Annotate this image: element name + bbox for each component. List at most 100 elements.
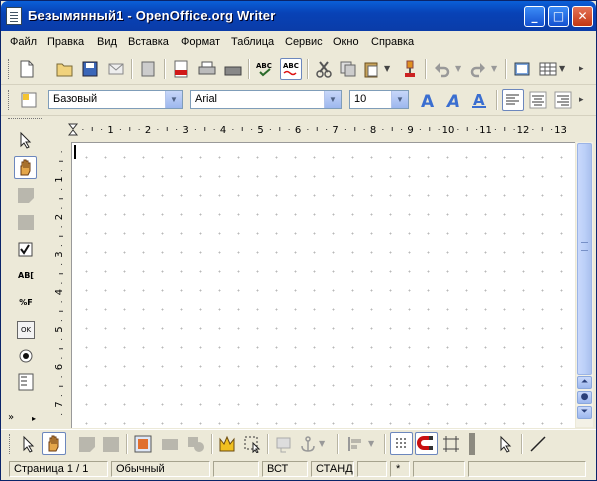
- toolbar-overflow-icon[interactable]: ▸: [579, 91, 589, 109]
- menu-insert[interactable]: Вставка: [128, 36, 169, 48]
- next-page-icon[interactable]: ⏷: [577, 406, 592, 419]
- undo-icon[interactable]: [433, 60, 451, 78]
- group-icon[interactable]: [275, 435, 293, 453]
- menu-format[interactable]: Формат: [181, 36, 220, 48]
- control-properties-icon[interactable]: [78, 435, 96, 453]
- wizards-icon[interactable]: [243, 435, 261, 454]
- toolbar-grip[interactable]: [469, 433, 475, 455]
- print-preview-icon[interactable]: [224, 60, 242, 78]
- paragraph-style-combo[interactable]: Базовый ▼: [48, 90, 183, 109]
- toolbar-overflow-icon[interactable]: ▸: [579, 60, 589, 78]
- more-controls-icon[interactable]: »: [8, 411, 18, 429]
- alignment-icon[interactable]: [346, 435, 364, 453]
- paste-icon[interactable]: [363, 60, 381, 78]
- font-size-combo[interactable]: 10 ▼: [349, 90, 409, 109]
- spellcheck-icon[interactable]: ABC: [256, 60, 274, 78]
- form-properties-icon[interactable]: [102, 435, 120, 453]
- menu-file[interactable]: Файл: [10, 36, 37, 48]
- form-properties-icon[interactable]: [17, 213, 35, 231]
- table-dropdown-icon[interactable]: ▼: [559, 60, 567, 78]
- push-button-icon[interactable]: OK: [17, 321, 35, 339]
- align-right-icon[interactable]: [554, 91, 572, 109]
- page-style-indicator[interactable]: Обычный: [111, 461, 210, 477]
- horizontal-ruler[interactable]: 1 2 3 4 5 6 7 8 9 10 11 12 13: [68, 122, 574, 137]
- styles-formatting-icon[interactable]: [20, 91, 38, 109]
- document-page[interactable]: [71, 142, 575, 428]
- vertical-ruler[interactable]: 1 2 3 4 5 6 7: [54, 142, 69, 424]
- redo-icon[interactable]: [469, 60, 487, 78]
- bold-icon[interactable]: A: [419, 91, 437, 112]
- copy-icon[interactable]: [339, 60, 357, 78]
- format-paintbrush-icon[interactable]: [401, 60, 419, 78]
- anchor-dropdown-icon[interactable]: ▼: [319, 435, 327, 453]
- align-center-icon[interactable]: [529, 91, 547, 109]
- signature-indicator[interactable]: [413, 461, 465, 477]
- save-icon[interactable]: [81, 60, 99, 78]
- form-navigator-icon[interactable]: [134, 435, 152, 453]
- open-in-design-mode-icon[interactable]: [218, 435, 236, 453]
- selection-mode-indicator[interactable]: СТАНД: [311, 461, 354, 477]
- formatted-field-icon[interactable]: %F: [17, 294, 35, 312]
- underline-icon[interactable]: A: [470, 91, 488, 109]
- font-name-combo[interactable]: Arial ▼: [190, 90, 342, 109]
- open-folder-icon[interactable]: [56, 60, 74, 78]
- hyperlink-mode-indicator[interactable]: [357, 461, 387, 477]
- document-modified-indicator[interactable]: *: [390, 461, 410, 477]
- menu-edit[interactable]: Правка: [47, 36, 84, 48]
- navigator-icon[interactable]: [513, 60, 531, 78]
- design-mode-hand-icon[interactable]: [42, 432, 66, 455]
- select-pointer-icon[interactable]: [20, 435, 38, 453]
- writer-app-icon[interactable]: [6, 7, 22, 25]
- vertical-scrollbar[interactable]: ⏶ ● ⏷: [576, 142, 593, 427]
- new-document-icon[interactable]: [18, 60, 36, 78]
- alignment-dropdown-icon[interactable]: ▼: [368, 435, 376, 453]
- menu-tools[interactable]: Сервис: [285, 36, 323, 48]
- print-icon[interactable]: [198, 60, 216, 78]
- select-pointer-icon[interactable]: [497, 435, 515, 453]
- checkbox-icon[interactable]: [17, 241, 35, 259]
- option-button-icon[interactable]: [17, 347, 35, 365]
- toolbar-grip[interactable]: [8, 90, 11, 110]
- control-properties-icon[interactable]: [17, 186, 35, 204]
- chevron-down-icon[interactable]: ▼: [391, 91, 408, 108]
- menu-window[interactable]: Окно: [333, 36, 359, 48]
- redo-dropdown-icon[interactable]: ▼: [491, 60, 499, 78]
- toolbar-grip[interactable]: [8, 59, 11, 79]
- insert-mode-indicator[interactable]: ВСТ: [262, 461, 308, 477]
- helplines-icon[interactable]: [442, 435, 460, 453]
- maximize-button[interactable]: □: [548, 6, 569, 27]
- cut-icon[interactable]: [315, 60, 333, 78]
- menu-help[interactable]: Справка: [371, 36, 414, 48]
- previous-page-icon[interactable]: ⏶: [577, 376, 592, 389]
- design-mode-hand-icon[interactable]: [14, 156, 37, 179]
- title-bar[interactable]: Безымянный1 - OpenOffice.org Writer _ □ …: [1, 1, 596, 31]
- export-pdf-icon[interactable]: [172, 60, 190, 78]
- scroll-thumb[interactable]: [577, 143, 592, 375]
- snap-to-grid-magnet-icon[interactable]: [415, 432, 438, 455]
- insert-table-icon[interactable]: [539, 60, 557, 78]
- edit-file-icon[interactable]: [139, 60, 157, 78]
- close-button[interactable]: ✕: [572, 6, 593, 27]
- paste-dropdown-icon[interactable]: ▼: [384, 60, 392, 78]
- menu-view[interactable]: Вид: [97, 36, 117, 48]
- undo-dropdown-icon[interactable]: ▼: [455, 60, 463, 78]
- page-indicator[interactable]: Страница 1 / 1: [9, 461, 108, 477]
- navigation-object-icon[interactable]: ●: [577, 391, 592, 404]
- chevron-down-icon[interactable]: ▼: [324, 91, 341, 108]
- autospellcheck-icon[interactable]: ABC: [280, 58, 302, 80]
- menu-table[interactable]: Таблица: [231, 36, 274, 48]
- select-pointer-icon[interactable]: [17, 131, 35, 149]
- italic-icon[interactable]: A: [445, 91, 463, 112]
- chevron-down-icon[interactable]: ▼: [165, 91, 182, 108]
- align-left-icon[interactable]: [502, 89, 524, 111]
- activation-order-icon[interactable]: [187, 435, 205, 453]
- add-field-icon[interactable]: [161, 435, 179, 453]
- anchor-icon[interactable]: [299, 435, 317, 453]
- minimize-button[interactable]: _: [524, 6, 545, 27]
- text-box-icon[interactable]: AB[: [17, 267, 35, 285]
- list-box-icon[interactable]: [17, 373, 35, 391]
- email-icon[interactable]: [107, 60, 125, 78]
- line-tool-icon[interactable]: [529, 435, 547, 453]
- display-grid-icon[interactable]: [390, 432, 413, 455]
- zoom-indicator[interactable]: [213, 461, 259, 477]
